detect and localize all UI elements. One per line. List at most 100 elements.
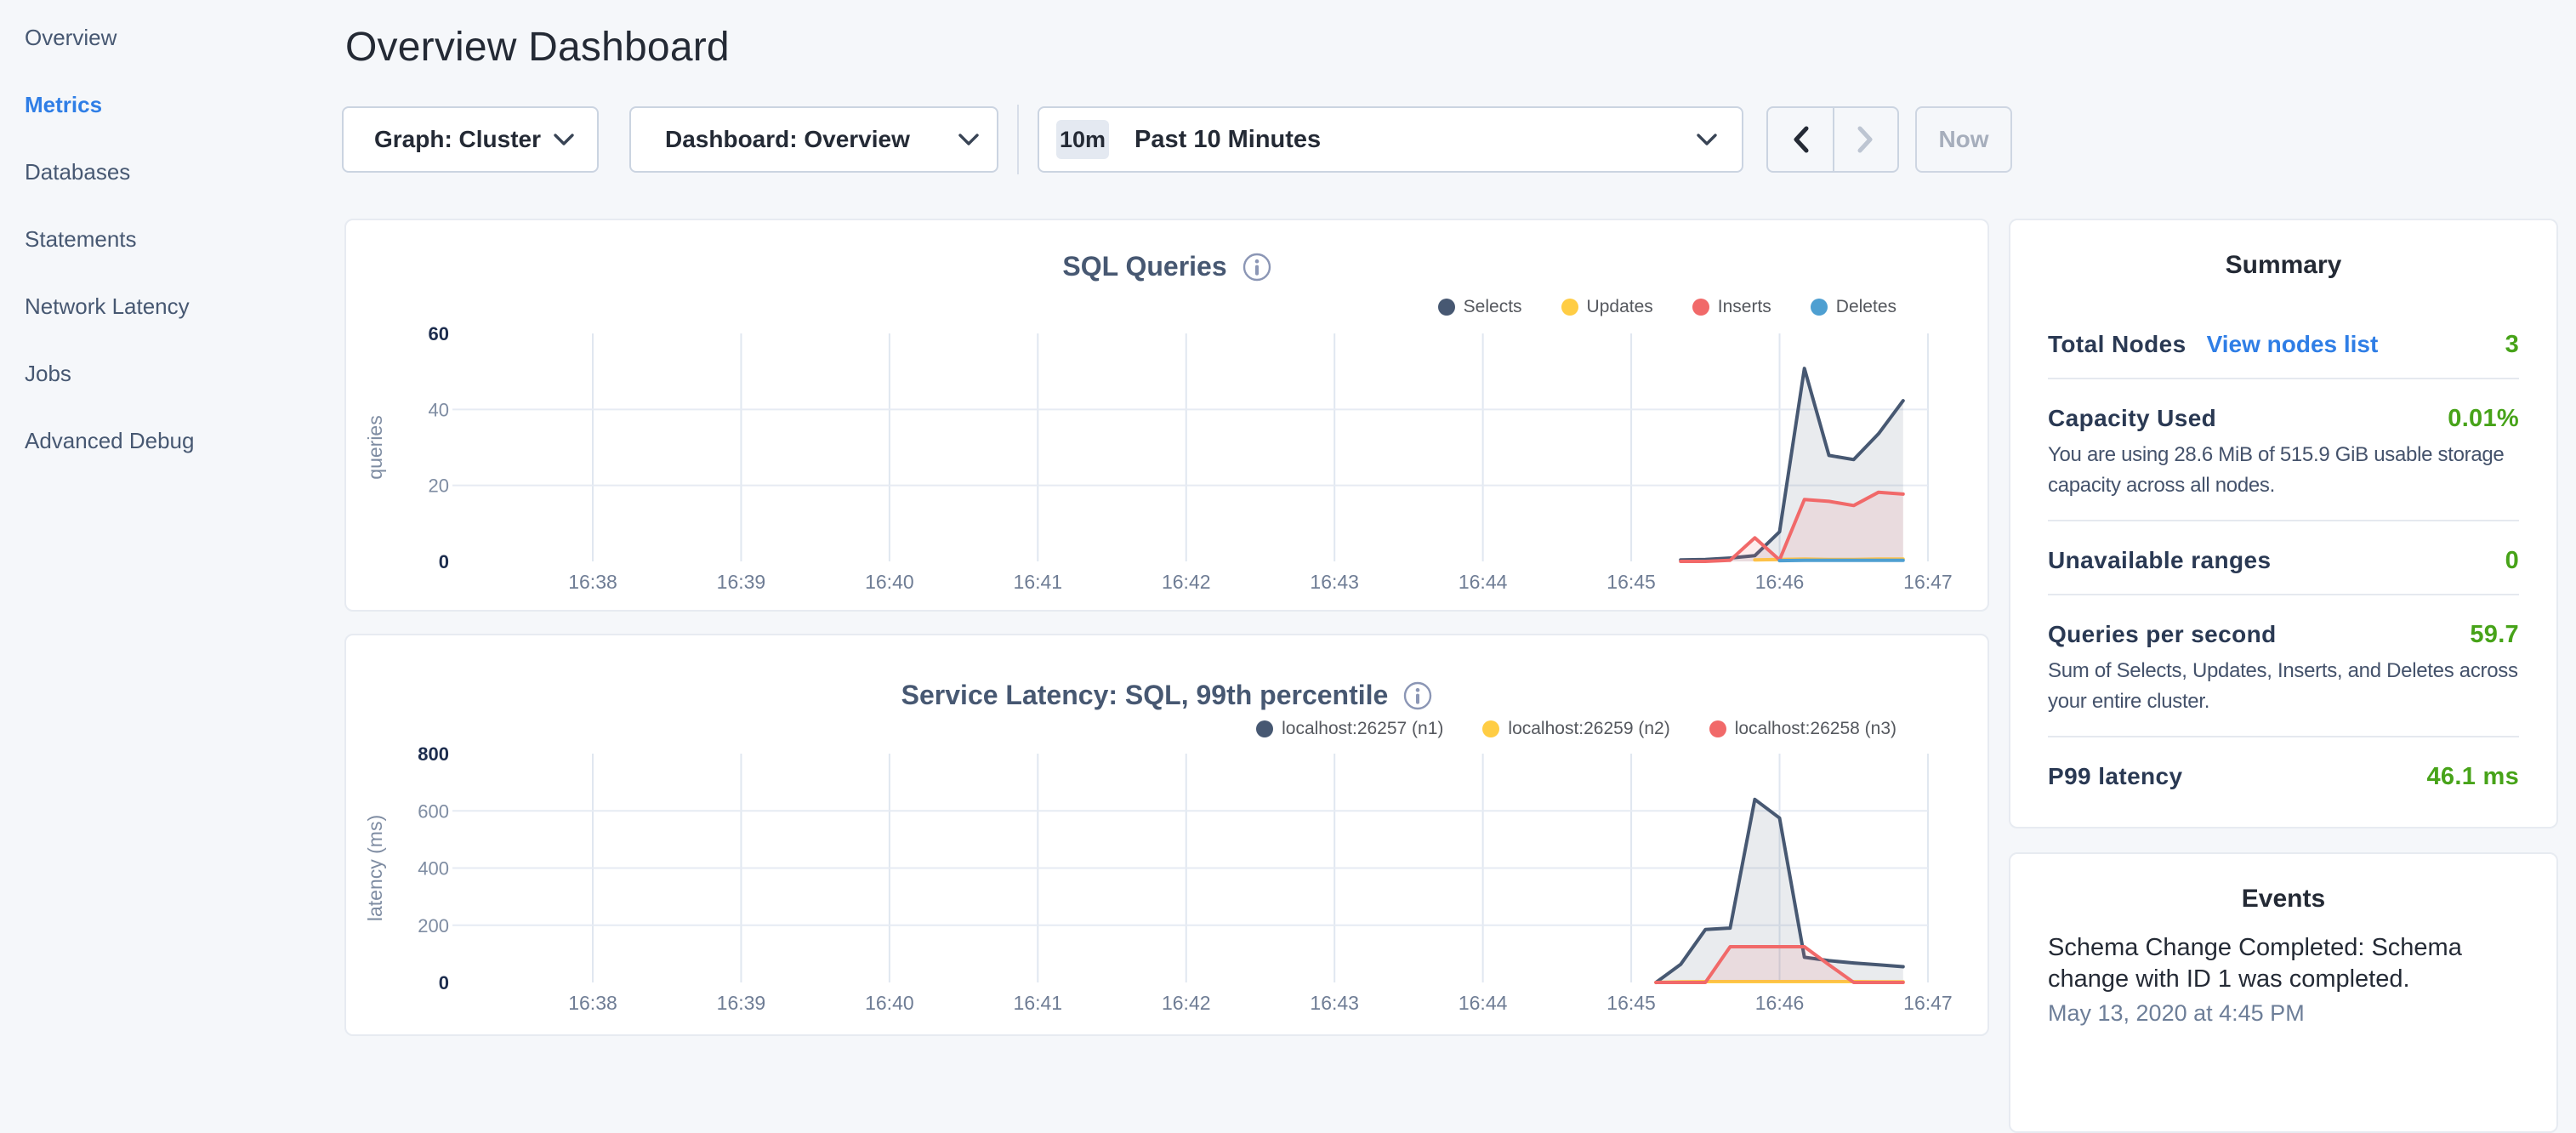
y-tick-label: 40 — [429, 399, 449, 420]
y-tick-label: 0 — [439, 551, 449, 572]
time-range-label: Past 10 Minutes — [1134, 126, 1696, 154]
chart-title: Service Latency: SQL, 99th percentile — [901, 680, 1389, 711]
x-tick-label: 16:47 — [1903, 571, 1953, 593]
legend-label: Deletes — [1836, 297, 1896, 317]
y-tick-label: 20 — [429, 475, 449, 497]
info-icon[interactable] — [1243, 253, 1271, 282]
graph-scope-dropdown-label: Graph: Cluster — [374, 126, 541, 153]
legend-label: localhost:26259 (n2) — [1508, 719, 1669, 739]
x-tick-label: 16:46 — [1755, 992, 1805, 1014]
y-axis-unit-label: queries — [364, 415, 386, 479]
legend-dot-icon — [1482, 720, 1499, 737]
y-tick-label: 200 — [418, 915, 449, 937]
legend-item[interactable]: Inserts — [1692, 297, 1771, 317]
x-tick-label: 16:44 — [1459, 571, 1508, 593]
chart-header: SQL Queries — [346, 251, 1987, 282]
sidebar-item-databases[interactable]: Databases — [25, 160, 314, 184]
summary-row-description: Sum of Selects, Updates, Inserts, and De… — [2048, 656, 2519, 717]
x-tick-label: 16:40 — [865, 992, 914, 1014]
x-tick-label: 16:44 — [1459, 992, 1508, 1014]
sidebar-item-statements[interactable]: Statements — [25, 227, 314, 251]
legend-item[interactable]: localhost:26257 (n1) — [1256, 719, 1443, 739]
graph-scope-dropdown[interactable]: Graph: Cluster — [342, 106, 599, 173]
summary-row-description: You are using 28.6 MiB of 515.9 GiB usab… — [2048, 440, 2519, 501]
summary-row-label: Total Nodes — [2048, 331, 2186, 358]
x-tick-label: 16:47 — [1903, 992, 1953, 1014]
summary-row-total-nodes: Total Nodes View nodes list 3 — [2048, 280, 2519, 379]
chart-title: SQL Queries — [1062, 251, 1226, 282]
legend-dot-icon — [1811, 299, 1828, 316]
chevron-right-icon — [1857, 125, 1875, 154]
x-tick-label: 16:40 — [865, 571, 914, 593]
sql-queries-chart-card: SQL Queries Selects Updates Inserts Deletes… — [344, 219, 1989, 612]
legend-label: Updates — [1587, 297, 1653, 317]
dashboard-dropdown[interactable]: Dashboard: Overview — [629, 106, 998, 173]
legend-label: localhost:26257 (n1) — [1282, 719, 1443, 739]
chart-header: Service Latency: SQL, 99th percentile — [346, 680, 1987, 711]
x-tick-label: 16:42 — [1162, 571, 1211, 593]
now-button[interactable]: Now — [1915, 106, 2012, 173]
sidebar: Overview Metrics Databases Statements Ne… — [25, 26, 314, 496]
summary-row-value: 0 — [2505, 547, 2519, 575]
summary-title: Summary — [2010, 220, 2556, 280]
summary-row-p99-latency: P99 latency 46.1 ms — [2048, 737, 2519, 810]
events-title: Events — [2010, 854, 2556, 914]
y-axis-unit-label: latency (ms) — [364, 815, 386, 921]
sidebar-item-metrics[interactable]: Metrics — [25, 93, 314, 117]
chart-legend: Selects Updates Inserts Deletes — [1438, 297, 1896, 317]
chevron-down-icon — [553, 133, 575, 146]
summary-row-capacity-used: Capacity Used 0.01% You are using 28.6 M… — [2048, 379, 2519, 521]
summary-row-value: 59.7 — [2470, 621, 2519, 649]
sidebar-item-overview[interactable]: Overview — [25, 26, 314, 49]
info-icon[interactable] — [1403, 681, 1432, 710]
summary-row-value: 46.1 ms — [2426, 763, 2519, 791]
next-time-window-button[interactable] — [1833, 108, 1897, 171]
summary-row-label: Capacity Used — [2048, 405, 2216, 432]
legend-label: Selects — [1464, 297, 1522, 317]
legend-item[interactable]: Updates — [1561, 297, 1653, 317]
legend-item[interactable]: localhost:26258 (n3) — [1709, 719, 1896, 739]
summary-row-value: 0.01% — [2448, 405, 2519, 433]
x-tick-label: 16:45 — [1606, 992, 1656, 1014]
y-tick-label: 60 — [429, 323, 449, 344]
legend-item[interactable]: Selects — [1438, 297, 1522, 317]
summary-row-label: Queries per second — [2048, 621, 2277, 648]
sidebar-item-advanced-debug[interactable]: Advanced Debug — [25, 429, 314, 453]
prev-time-window-button[interactable] — [1768, 108, 1833, 171]
service-latency-chart-card: Service Latency: SQL, 99th percentile lo… — [344, 634, 1989, 1036]
chevron-down-icon — [1696, 133, 1718, 146]
event-item-timestamp: May 13, 2020 at 4:45 PM — [2048, 1000, 2519, 1027]
view-nodes-list-link[interactable]: View nodes list — [2207, 331, 2379, 358]
sidebar-item-jobs[interactable]: Jobs — [25, 362, 314, 385]
summary-row-label: P99 latency — [2048, 763, 2183, 790]
time-window-pager — [1766, 106, 1899, 173]
x-tick-label: 16:38 — [568, 992, 617, 1014]
x-tick-label: 16:41 — [1014, 571, 1063, 593]
event-item-text[interactable]: Schema Change Completed: Schema change w… — [2048, 932, 2490, 995]
summary-row-queries-per-second: Queries per second 59.7 Sum of Selects, … — [2048, 595, 2519, 737]
legend-item[interactable]: localhost:26259 (n2) — [1482, 719, 1669, 739]
x-tick-label: 16:43 — [1310, 571, 1359, 593]
summary-row-value: 3 — [2505, 331, 2519, 359]
legend-dot-icon — [1438, 299, 1455, 316]
legend-item[interactable]: Deletes — [1811, 297, 1896, 317]
dashboard-dropdown-label: Dashboard: Overview — [665, 126, 910, 153]
y-tick-label: 400 — [418, 858, 449, 880]
controls-divider — [1017, 105, 1019, 174]
sidebar-item-network-latency[interactable]: Network Latency — [25, 294, 314, 318]
time-range-dropdown[interactable]: 10m Past 10 Minutes — [1038, 106, 1743, 173]
x-tick-label: 16:43 — [1310, 992, 1359, 1014]
page-title: Overview Dashboard — [345, 26, 730, 69]
y-tick-label: 0 — [439, 972, 449, 994]
x-tick-label: 16:46 — [1755, 571, 1805, 593]
x-tick-label: 16:39 — [717, 571, 766, 593]
x-tick-label: 16:38 — [568, 571, 617, 593]
y-tick-label: 800 — [418, 743, 449, 765]
x-tick-label: 16:42 — [1162, 992, 1211, 1014]
summary-row-label: Unavailable ranges — [2048, 547, 2271, 574]
legend-dot-icon — [1709, 720, 1726, 737]
legend-dot-icon — [1692, 299, 1709, 316]
summary-row-unavailable-ranges: Unavailable ranges 0 — [2048, 521, 2519, 595]
events-panel: Events Schema Change Completed: Schema c… — [2009, 852, 2558, 1133]
summary-panel: Summary Total Nodes View nodes list 3 Ca… — [2009, 219, 2558, 828]
